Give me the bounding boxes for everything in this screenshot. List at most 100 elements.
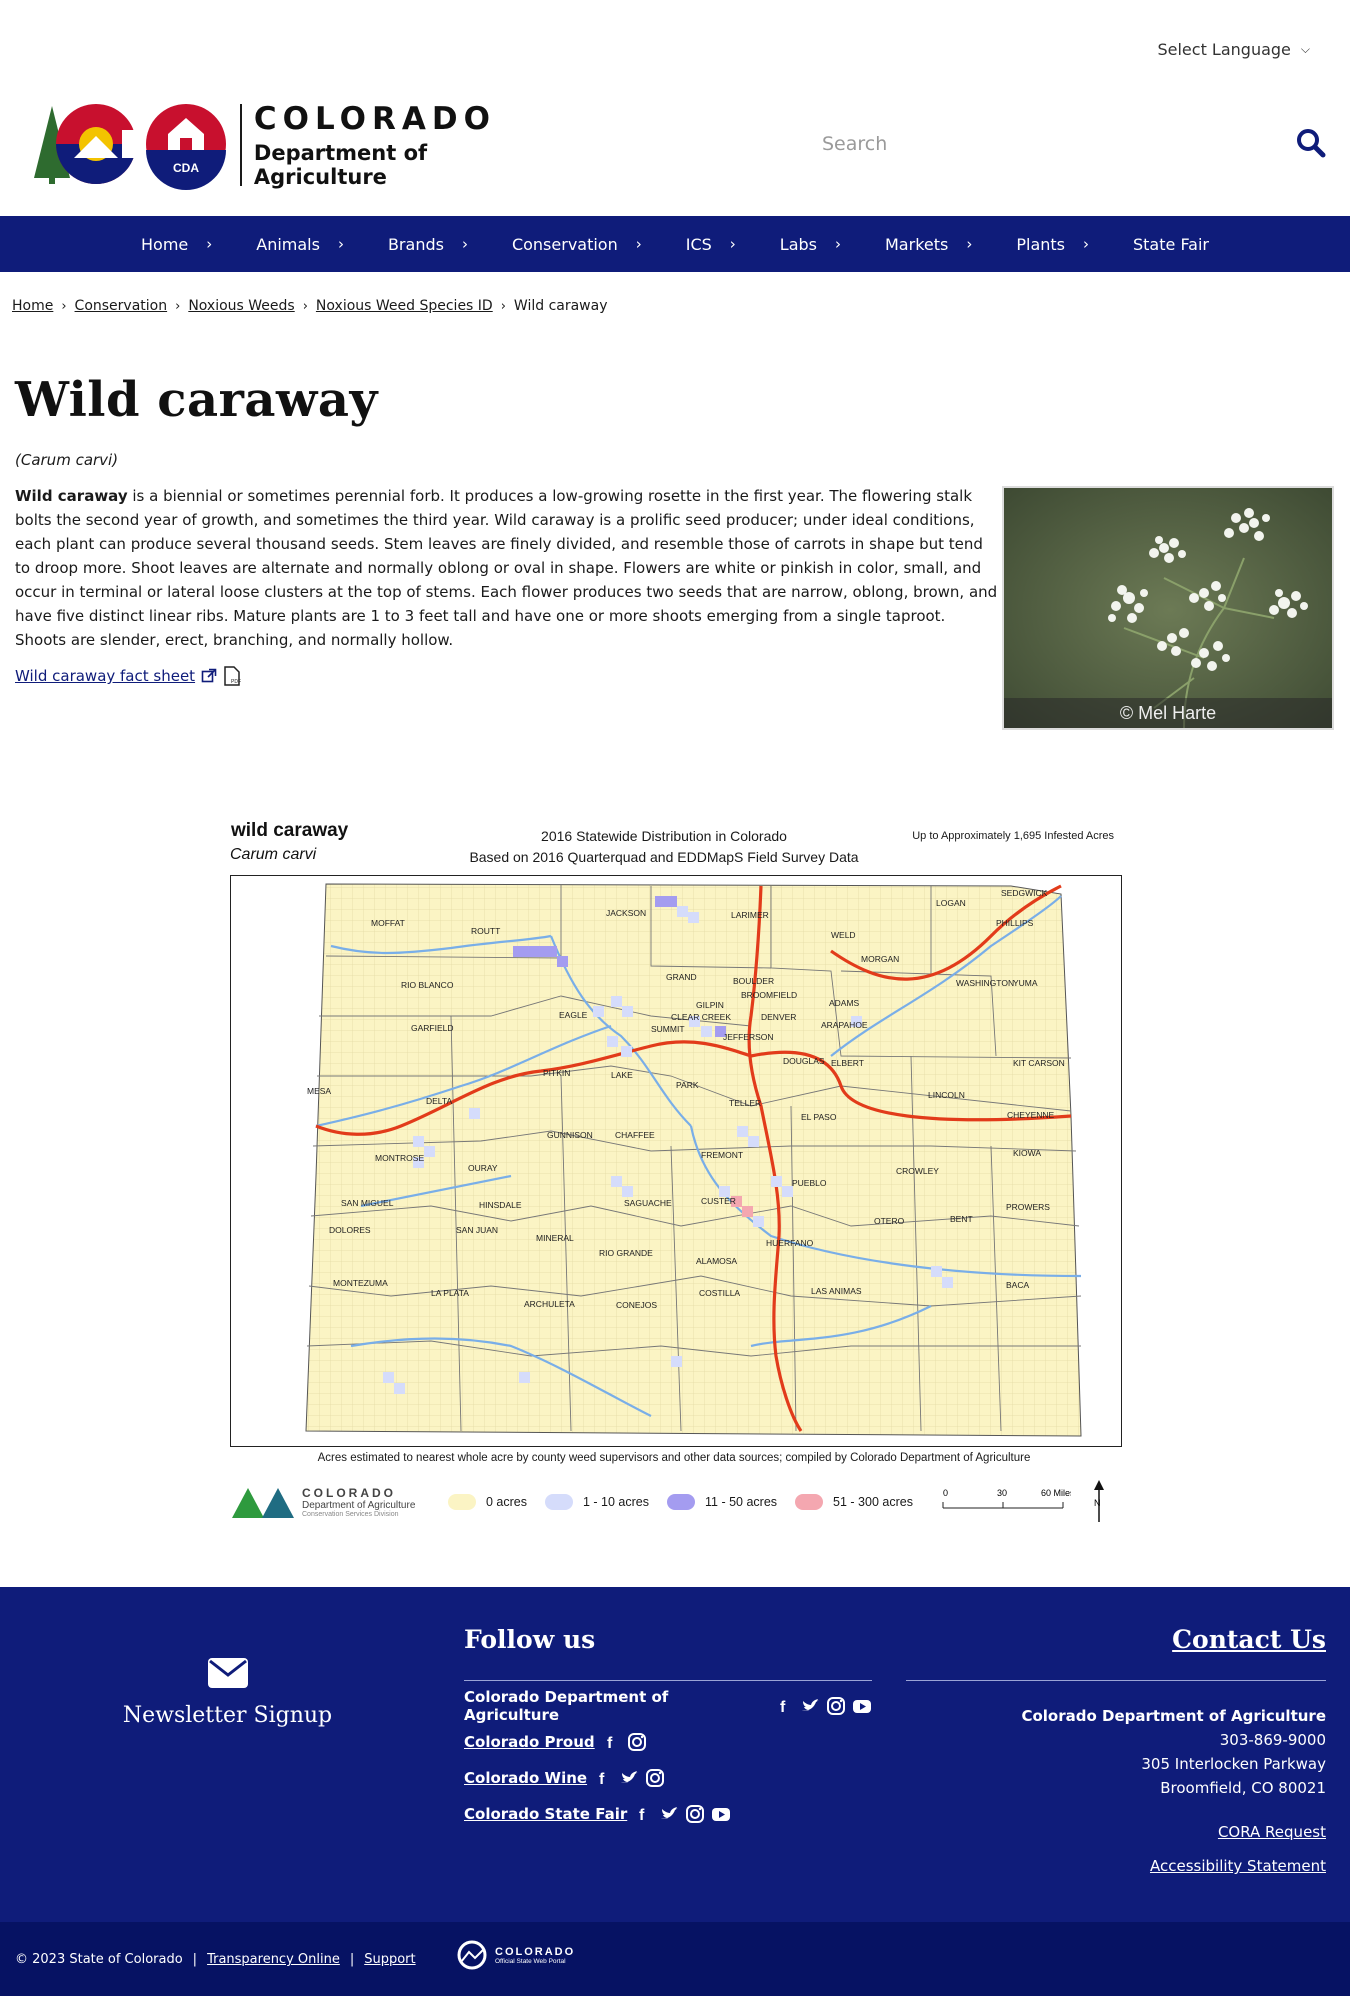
site-footer: Newsletter Signup Follow us Colorado Dep… [0,1587,1350,1922]
breadcrumb-link-noxious-weeds[interactable]: Noxious Weeds [188,298,294,314]
species-description-lead: Wild caraway [15,487,128,505]
legend-swatch [545,1494,573,1510]
county-label: BACA [1006,1280,1029,1290]
facebook-icon[interactable]: f [593,1768,613,1788]
chevron-right-icon: › [206,235,213,253]
envelope-icon [207,1658,248,1688]
nav-item-brands[interactable]: Brands › [366,216,490,272]
county-label: FREMONT [701,1150,743,1160]
instagram-icon[interactable] [645,1768,665,1788]
county-label: CHEYENNE [1007,1110,1055,1120]
follow-row: Colorado Department of Agriculture f [464,1688,872,1724]
breadcrumb-link-home[interactable]: Home [12,298,53,314]
svg-text:f: f [607,1735,613,1752]
colorado-portal-icon [457,1940,487,1970]
newsletter-signup-link[interactable]: Newsletter Signup [110,1657,345,1728]
county-label: SUMMIT [651,1024,685,1034]
language-select[interactable]: Select Language ⌵ [1157,40,1310,59]
legend-item: 0 acres [448,1494,527,1510]
instagram-icon[interactable] [826,1696,846,1716]
county-label: LARIMER [731,910,769,920]
infestation-quad [622,1186,633,1197]
contact-us-link[interactable]: Contact Us [906,1625,1326,1654]
county-label: CONEJOS [616,1300,657,1310]
nav-item-label: ICS [685,234,712,254]
twitter-icon[interactable] [800,1696,820,1716]
follow-row-label: Colorado Department of Agriculture [464,1688,669,1724]
county-label: EL PASO [801,1112,837,1122]
infestation-quad [771,1176,782,1187]
youtube-icon[interactable] [852,1696,872,1716]
breadcrumb-separator-icon: › [61,298,67,314]
transparency-online-link[interactable]: Transparency Online [207,1952,340,1967]
nav-item-state-fair[interactable]: State Fair [1111,216,1231,272]
facebook-icon[interactable]: f [633,1804,653,1824]
cora-request-link[interactable]: CORA Request [1218,1823,1326,1841]
accessibility-statement-link[interactable]: Accessibility Statement [1150,1857,1326,1875]
site-logo[interactable]: CDA COLORADO Department of Agriculture [30,100,550,190]
scale-tick-60: 60 Miles [1041,1488,1071,1498]
county-label: SAGUACHE [624,1198,672,1208]
photo-credit: © Mel Harte [1004,698,1332,728]
nav-item-ics[interactable]: ICS › [664,216,758,272]
infestation-quad [753,1216,764,1227]
nav-item-label: Home [141,234,189,254]
county-label: KIT CARSON [1013,1058,1065,1068]
facebook-icon[interactable]: f [774,1696,794,1716]
infestation-quad [524,946,535,957]
facebook-icon[interactable]: f [601,1732,621,1752]
fact-sheet-link[interactable]: Wild caraway fact sheet [15,667,195,685]
nav-item-home[interactable]: Home › [119,216,234,272]
chevron-down-icon: ⌵ [1300,42,1310,56]
state-portal-logo[interactable]: COLORADO Official State Web Portal [455,1940,575,1970]
chevron-right-icon: › [461,235,468,253]
copyright: © 2023 State of Colorado [15,1952,183,1967]
instagram-icon[interactable] [685,1804,705,1824]
breadcrumb-link-species-id[interactable]: Noxious Weed Species ID [316,298,493,314]
county-label: HUERFANO [766,1238,814,1248]
twitter-icon[interactable] [659,1804,679,1824]
north-label: N [1094,1498,1101,1508]
county-label: MORGAN [861,954,899,964]
search-button[interactable] [1296,128,1330,162]
species-description-body: is a biennial or sometimes perennial for… [15,487,998,649]
portal-line2: Official State Web Portal [495,1957,566,1965]
nav-item-markets[interactable]: Markets › [863,216,994,272]
breadcrumb-link-conservation[interactable]: Conservation [75,298,168,314]
county-label: DOLORES [329,1225,371,1235]
county-label: RIO BLANCO [401,980,454,990]
search-input[interactable] [810,133,1250,155]
county-label: SEDGWICK [1001,888,1048,898]
infestation-quad [513,946,524,957]
bottom-separator: | [349,1952,355,1967]
map-note: Acres estimated to nearest whole acre by… [317,1452,1031,1464]
county-label: MONTROSE [375,1153,424,1163]
bottom-bar-links: © 2023 State of Colorado | Transparency … [15,1952,416,1967]
nav-item-conservation[interactable]: Conservation › [490,216,664,272]
logo-divider [240,104,242,186]
support-link[interactable]: Support [364,1952,415,1967]
map-title-line1: 2016 Statewide Distribution in Colorado [541,828,787,844]
instagram-icon[interactable] [627,1732,647,1752]
twitter-icon[interactable] [619,1768,639,1788]
nav-item-animals[interactable]: Animals › [234,216,366,272]
breadcrumb-current: Wild caraway [513,298,608,314]
svg-text:f: f [639,1807,645,1824]
nav-item-labs[interactable]: Labs › [758,216,863,272]
county-label: PROWERS [1006,1202,1050,1212]
portal-line1: COLORADO [495,1945,576,1958]
breadcrumb-separator-icon: › [175,298,181,314]
infestation-quad [671,1356,682,1367]
species-description: Wild caraway is a biennial or sometimes … [15,484,1000,652]
legend-label: 51 - 300 acres [833,1495,913,1509]
legend-swatch [667,1494,696,1510]
youtube-icon[interactable] [711,1804,731,1824]
follow-row-link[interactable]: Colorado State Fair [464,1805,627,1823]
county-label: WELD [831,930,856,940]
county-label: MONTEZUMA [333,1278,388,1288]
follow-row: Colorado State Fair f [464,1803,872,1825]
follow-row-link[interactable]: Colorado Wine [464,1769,587,1787]
svg-text:PDF: PDF [231,679,241,685]
follow-row-link[interactable]: Colorado Proud [464,1733,595,1751]
nav-item-plants[interactable]: Plants › [994,216,1111,272]
